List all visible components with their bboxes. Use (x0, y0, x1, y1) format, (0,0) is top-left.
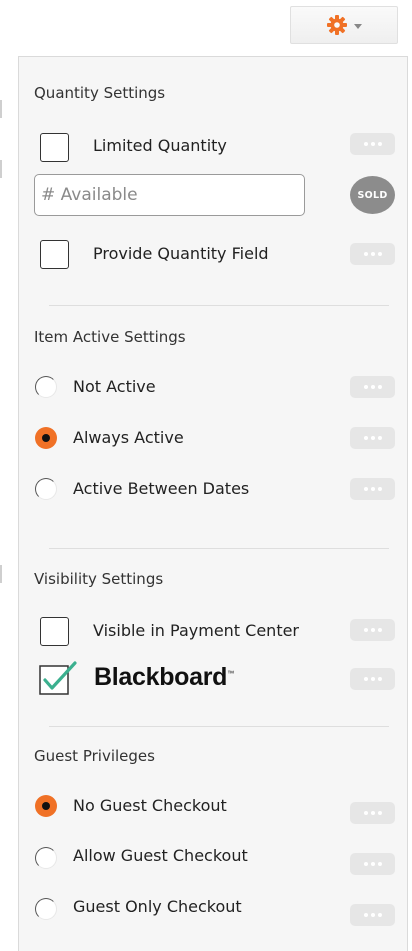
more-options-button[interactable] (350, 619, 395, 641)
radio-label-not-active: Not Active (73, 377, 156, 396)
more-options-button[interactable] (350, 243, 395, 265)
settings-dropdown-button[interactable] (290, 6, 398, 44)
sold-button[interactable]: SOLD (350, 176, 395, 214)
more-options-button[interactable] (350, 904, 395, 926)
more-options-button[interactable] (350, 133, 395, 155)
more-options-button[interactable] (350, 427, 395, 449)
radio-label-guest-only-checkout: Guest Only Checkout (73, 897, 242, 916)
edge-artifact (0, 160, 2, 178)
section-title-quantity: Quantity Settings (34, 84, 166, 102)
divider (49, 305, 389, 306)
more-options-button[interactable] (350, 853, 395, 875)
available-quantity-input[interactable] (34, 174, 305, 216)
radio-guest-only-checkout[interactable] (35, 898, 57, 920)
radio-no-guest-checkout[interactable] (35, 795, 57, 817)
radio-always-active[interactable] (35, 427, 57, 449)
divider (49, 548, 389, 549)
divider (49, 726, 389, 727)
blackboard-logo: Blackboard™ (94, 663, 234, 691)
radio-active-between-dates[interactable] (35, 478, 57, 500)
section-title-active: Item Active Settings (34, 328, 186, 346)
more-options-button[interactable] (350, 802, 395, 824)
payment-center-checkbox[interactable] (40, 617, 69, 646)
radio-allow-guest-checkout[interactable] (35, 847, 57, 869)
radio-label-active-between-dates: Active Between Dates (73, 479, 250, 498)
item-settings-panel: Quantity Settings Limited Quantity SOLD … (18, 56, 408, 951)
radio-not-active[interactable] (35, 376, 57, 398)
radio-label-always-active: Always Active (73, 428, 184, 447)
radio-label-allow-guest-checkout: Allow Guest Checkout (73, 846, 248, 865)
limited-quantity-label: Limited Quantity (93, 136, 227, 155)
payment-center-label: Visible in Payment Center (93, 621, 300, 640)
radio-label-no-guest-checkout: No Guest Checkout (73, 796, 227, 815)
section-title-visibility: Visibility Settings (34, 570, 164, 588)
provide-quantity-field-label: Provide Quantity Field (93, 244, 269, 263)
section-title-guest: Guest Privileges (34, 747, 155, 765)
chevron-down-icon (354, 23, 362, 29)
more-options-button[interactable] (350, 478, 395, 500)
more-options-button[interactable] (350, 376, 395, 398)
limited-quantity-checkbox[interactable] (40, 133, 69, 162)
blackboard-checkbox[interactable] (39, 661, 77, 695)
gear-icon (326, 14, 348, 36)
more-options-button[interactable] (350, 668, 395, 690)
provide-quantity-field-checkbox[interactable] (40, 240, 69, 269)
edge-artifact (0, 100, 2, 118)
edge-artifact (0, 565, 2, 583)
